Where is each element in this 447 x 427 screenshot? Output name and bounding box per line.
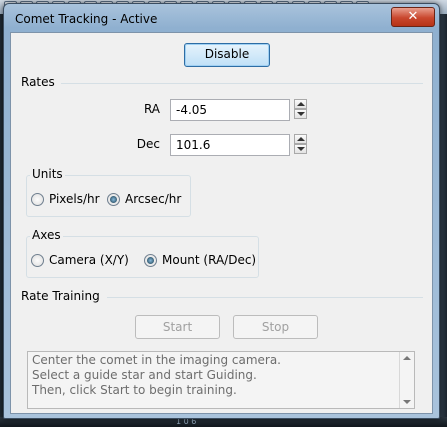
ra-label: RA (143, 102, 160, 116)
arrow-down-icon (297, 147, 305, 151)
arrow-up-icon (297, 137, 305, 141)
ra-input[interactable]: -4.05 (170, 99, 290, 121)
rates-section-label: Rates (21, 75, 55, 89)
ra-increment-button[interactable] (294, 99, 307, 109)
instructions-textbox[interactable]: Center the comet in the imaging camera. … (27, 351, 415, 409)
close-icon: ✕ (407, 9, 419, 24)
ra-spinner[interactable] (294, 99, 307, 119)
units-group-label: Units (30, 167, 65, 181)
radio-checked-icon (107, 192, 120, 206)
scroll-up-icon (403, 356, 411, 360)
units-arcsec-radio[interactable]: Arcsec/hr (107, 192, 181, 206)
rate-training-divider (107, 297, 423, 298)
radio-checked-icon (144, 253, 157, 267)
axes-group-label: Axes (30, 228, 63, 242)
disable-button[interactable]: Disable (184, 43, 270, 67)
dec-spinner[interactable] (294, 134, 307, 154)
radio-label: Camera (X/Y) (49, 253, 129, 267)
instruction-line: Then, click Start to begin training. (32, 383, 237, 397)
stop-button[interactable]: Stop (233, 315, 318, 339)
axes-mount-radio[interactable]: Mount (RA/Dec) (144, 253, 256, 267)
instruction-line: Center the comet in the imaging camera. (32, 353, 281, 367)
radio-label: Pixels/hr (49, 192, 100, 206)
ra-decrement-button[interactable] (294, 109, 307, 119)
radio-label: Arcsec/hr (125, 192, 182, 206)
dec-increment-button[interactable] (294, 134, 307, 144)
instructions-scrollbar[interactable] (399, 352, 414, 408)
axes-camera-radio[interactable]: Camera (X/Y) (31, 253, 129, 267)
dec-decrement-button[interactable] (294, 144, 307, 154)
title-bar[interactable]: Comet Tracking - Active ✕ (4, 4, 439, 30)
radio-label: Mount (RA/Dec) (162, 253, 257, 267)
radio-unchecked-icon (31, 253, 44, 267)
units-pixels-radio[interactable]: Pixels/hr (31, 192, 100, 206)
rates-divider (61, 83, 423, 84)
rate-training-section-label: Rate Training (21, 289, 100, 303)
close-button[interactable]: ✕ (391, 7, 435, 27)
arrow-up-icon (297, 102, 305, 106)
dec-label: Dec (136, 137, 160, 151)
instruction-line: Select a guide star and start Guiding. (32, 368, 257, 382)
start-button[interactable]: Start (135, 315, 220, 339)
dialog-client-area: Disable Rates RA -4.05 Dec 101.6 Units P… (10, 32, 433, 414)
window-title: Comet Tracking - Active (15, 12, 158, 26)
scroll-down-icon (403, 400, 411, 404)
comet-tracking-window: Comet Tracking - Active ✕ Disable Rates … (3, 3, 440, 419)
dec-input[interactable]: 101.6 (170, 134, 290, 156)
arrow-down-icon (297, 112, 305, 116)
radio-unchecked-icon (31, 192, 44, 206)
